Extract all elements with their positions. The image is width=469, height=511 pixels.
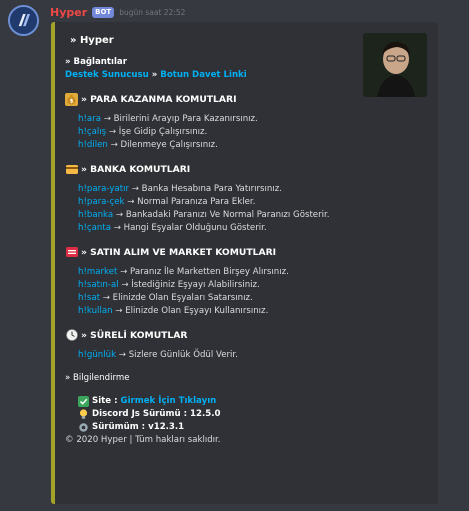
- timestamp: bugün saat 22:52: [119, 7, 186, 17]
- command-row: h!sat → Elinizde Olan Eşyaları Satarsını…: [78, 293, 253, 303]
- message-header: Hyper BOT bugün saat 22:52: [50, 5, 185, 19]
- command-link[interactable]: h!banka: [78, 210, 113, 220]
- section-bank-heading: » BANKA KOMUTLARI: [65, 162, 358, 176]
- cart-icon: [65, 246, 78, 259]
- username[interactable]: Hyper: [50, 6, 87, 19]
- info-discord-row: Discord Js Sürümü : 12.5.0: [78, 408, 358, 421]
- embed-footer: © 2020 Hyper | Tüm hakları saklıdır.: [65, 435, 221, 445]
- clock-icon: [65, 329, 78, 342]
- bot-version: Sürümüm : v12.3.1: [92, 422, 185, 432]
- gear-icon: [78, 422, 89, 433]
- discord-version: Discord Js Sürümü : 12.5.0: [92, 409, 221, 419]
- links-heading: » Bağlantılar: [65, 57, 127, 67]
- check-mark-icon: [78, 396, 89, 407]
- section-market-heading: » SATIN ALIM VE MARKET KOMUTLARI: [65, 245, 358, 259]
- invite-link[interactable]: Botun Davet Linki: [160, 70, 246, 80]
- command-row: h!dilen → Dilenmeye Çalışırsınız.: [78, 140, 218, 150]
- money-bag-icon: $: [65, 92, 78, 106]
- info-version-row: Sürümüm : v12.3.1: [78, 421, 358, 434]
- info-heading: » Bilgilendirme: [65, 373, 130, 383]
- section-market-commands: h!market → Paranız İle Marketten Birşey …: [78, 266, 358, 318]
- command-link[interactable]: h!para-çek: [78, 197, 125, 207]
- site-label: Site :: [92, 396, 118, 406]
- command-link[interactable]: h!sat: [78, 293, 100, 303]
- support-server-link[interactable]: Destek Sunucusu: [65, 70, 149, 80]
- section-bank-commands: h!para-yatır → Banka Hesabına Para Yatır…: [78, 183, 358, 235]
- command-row: h!para-yatır → Banka Hesabına Para Yatır…: [78, 184, 282, 194]
- command-link[interactable]: h!ara: [78, 114, 101, 124]
- section-timed-commands: h!günlük → Sizlere Günlük Ödül Verir.: [78, 349, 358, 362]
- command-row: h!ara → Birilerini Arayıp Para Kazanırsı…: [78, 114, 258, 124]
- command-link[interactable]: h!dilen: [78, 140, 108, 150]
- command-row: h!para-çek → Normal Paranıza Para Ekler.: [78, 197, 256, 207]
- section-earn-commands: h!ara → Birilerini Arayıp Para Kazanırsı…: [78, 113, 358, 152]
- embed: » Hyper » Bağlantılar Destek Sunucusu » …: [51, 22, 438, 504]
- embed-title: » Hyper: [70, 35, 114, 46]
- command-link[interactable]: h!kullan: [78, 306, 113, 316]
- command-row: h!çalış → İşe Gidip Çalışırsınız.: [78, 127, 208, 137]
- section-earn-heading: $ » PARA KAZANMA KOMUTLARI: [65, 92, 358, 106]
- command-row: h!banka → Bankadaki Paranızı Ve Normal P…: [78, 210, 330, 220]
- command-link[interactable]: h!satın-al: [78, 280, 119, 290]
- links-separator: »: [148, 70, 161, 80]
- command-row: h!çanta → Hangi Eşyalar Olduğunu Gösteri…: [78, 223, 267, 233]
- info-site-row: Site : Girmek İçin Tıklayın: [78, 395, 358, 408]
- command-row: h!market → Paranız İle Marketten Birşey …: [78, 267, 289, 277]
- site-link[interactable]: Girmek İçin Tıklayın: [121, 395, 217, 408]
- command-row: h!kullan → Elinizde Olan Eşyayı Kullanır…: [78, 306, 269, 316]
- command-link[interactable]: h!para-yatır: [78, 184, 129, 194]
- command-link[interactable]: h!günlük: [78, 350, 116, 360]
- bot-avatar[interactable]: [8, 5, 39, 36]
- embed-thumbnail[interactable]: [363, 33, 427, 97]
- bot-tag: BOT: [92, 6, 115, 18]
- section-timed-heading: » SÜRELİ KOMUTLAR: [65, 328, 358, 342]
- command-row: h!satın-al → İstediğiniz Eşyayı Alabilir…: [78, 280, 260, 290]
- embed-content: » Hyper » Bağlantılar Destek Sunucusu » …: [65, 34, 358, 447]
- light-bulb-icon: [78, 409, 89, 420]
- credit-card-icon: [65, 163, 78, 176]
- svg-text:$: $: [70, 98, 74, 104]
- command-row: h!günlük → Sizlere Günlük Ödül Verir.: [78, 350, 238, 360]
- command-link[interactable]: h!çanta: [78, 223, 111, 233]
- links-row: Destek Sunucusu » Botun Davet Linki: [65, 69, 358, 82]
- command-link[interactable]: h!market: [78, 267, 117, 277]
- command-link[interactable]: h!çalış: [78, 127, 106, 137]
